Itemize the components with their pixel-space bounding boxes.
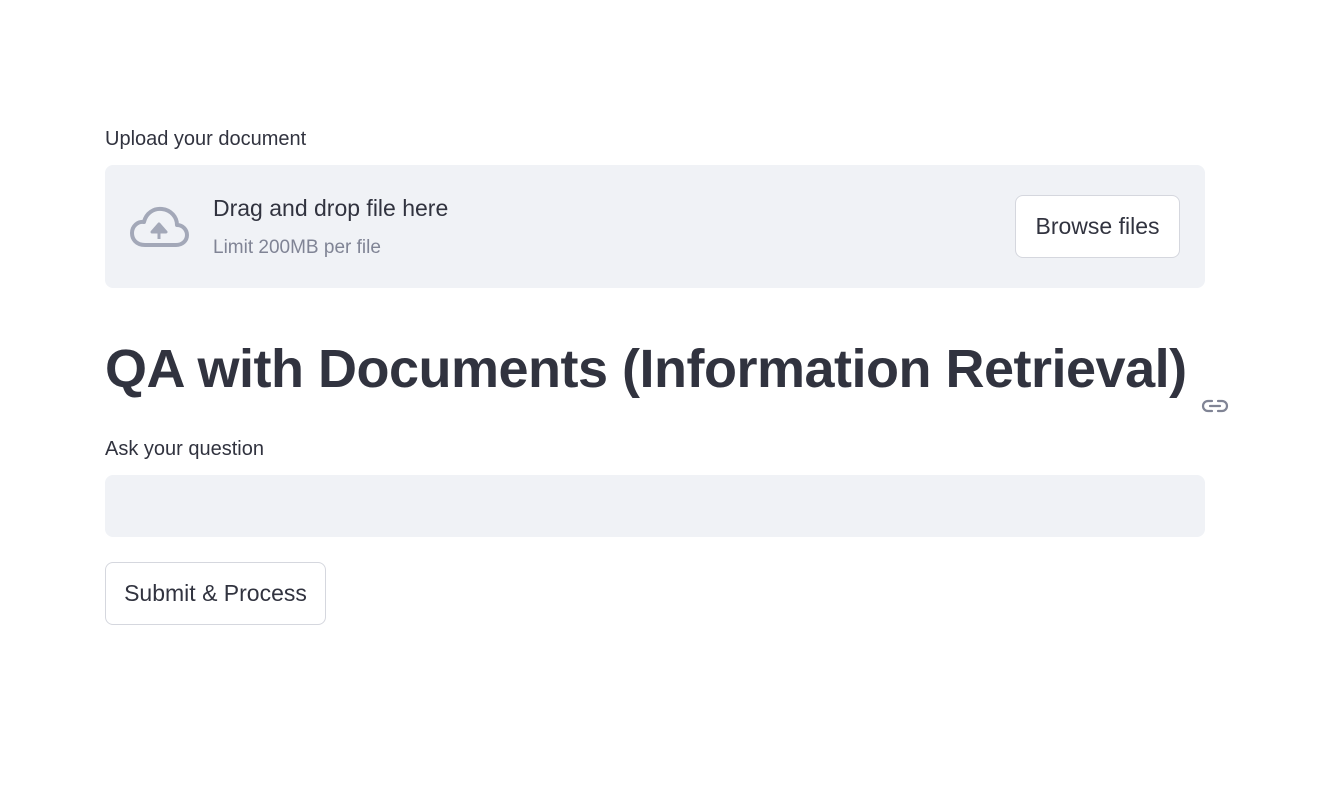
page-title: QA with Documents (Information Retrieval… [105,338,1229,413]
question-input[interactable] [105,475,1205,537]
dropzone-instruction: Drag and drop file here [213,195,449,221]
cloud-upload-icon [129,205,189,249]
question-label: Ask your question [105,438,264,460]
submit-process-button[interactable]: Submit & Process [105,562,326,625]
file-dropzone[interactable]: Drag and drop file here Limit 200MB per … [105,165,1205,288]
upload-label: Upload your document [105,128,307,150]
page-title-text: QA with Documents (Information Retrieval… [105,339,1187,399]
dropzone-limit: Limit 200MB per file [213,237,381,258]
link-icon[interactable] [1201,365,1229,413]
browse-files-button[interactable]: Browse files [1015,195,1180,258]
